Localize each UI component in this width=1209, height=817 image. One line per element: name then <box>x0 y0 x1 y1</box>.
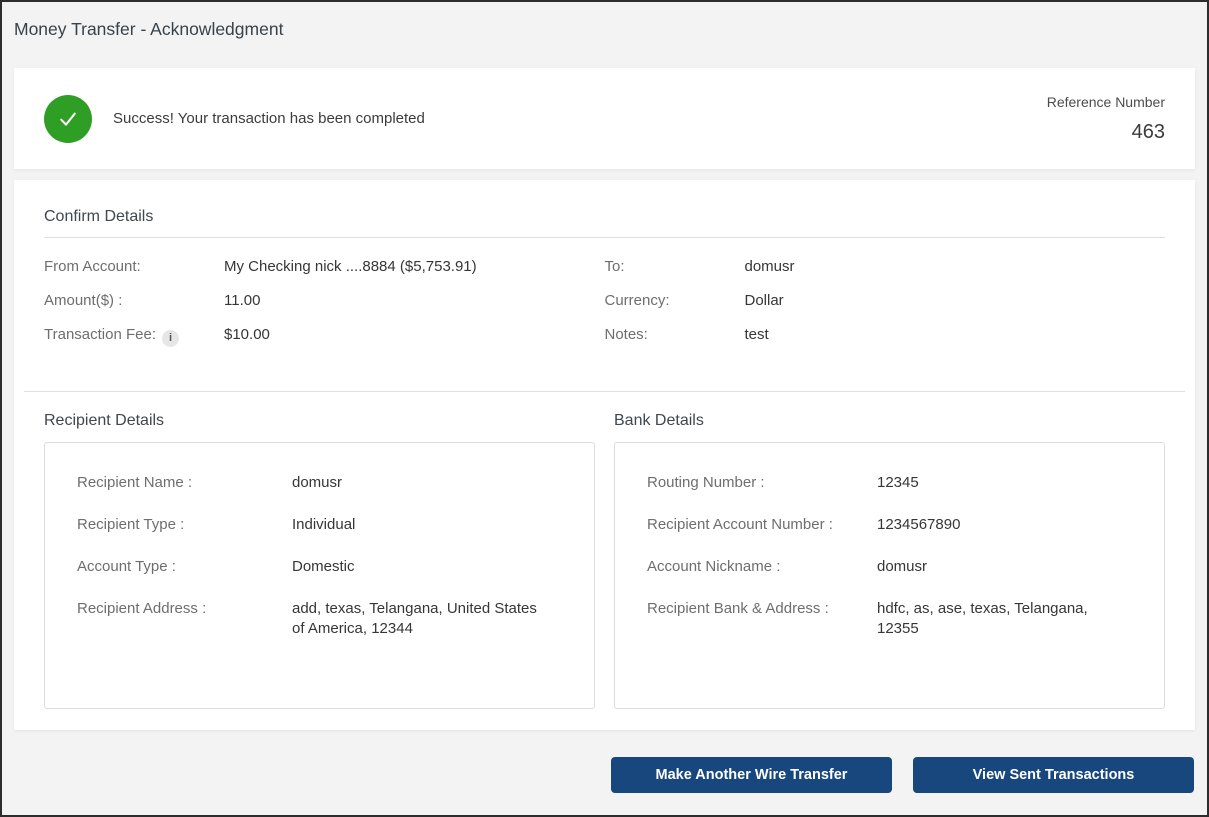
page-title: Money Transfer - Acknowledgment <box>14 19 284 39</box>
account-type-value: Domestic <box>292 558 355 575</box>
detail-boxes: Recipient Details Recipient Name : domus… <box>44 412 1165 709</box>
success-message: Success! Your transaction has been compl… <box>113 110 425 127</box>
recipient-type-row: Recipient Type : Individual <box>77 515 562 535</box>
action-buttons: Make Another Wire Transfer View Sent Tra… <box>14 757 1194 793</box>
recipient-address-label: Recipient Address : <box>77 600 207 617</box>
recipient-type-label: Recipient Type : <box>77 516 185 533</box>
view-sent-transactions-button[interactable]: View Sent Transactions <box>913 757 1194 793</box>
account-nickname-row: Account Nickname : domusr <box>647 557 1132 577</box>
confirm-right-column: To: domusr Currency: Dollar Notes: test <box>605 257 1166 362</box>
routing-number-row: Routing Number : 12345 <box>647 473 1132 493</box>
recipient-details-section: Recipient Details Recipient Name : domus… <box>44 412 595 709</box>
to-row: To: domusr <box>605 257 1166 276</box>
recipient-address-row: Recipient Address : add, texas, Telangan… <box>77 599 562 639</box>
amount-label: Amount($) : <box>44 292 123 309</box>
reference-block: Reference Number 463 <box>1047 94 1165 144</box>
account-type-label: Account Type : <box>77 558 176 575</box>
routing-number-label: Routing Number : <box>647 474 765 491</box>
reference-number-value: 463 <box>1131 120 1165 143</box>
recipient-name-label: Recipient Name : <box>77 474 193 491</box>
success-banner: Success! Your transaction has been compl… <box>14 68 1195 169</box>
recipient-name-value: domusr <box>292 474 343 491</box>
from-account-row: From Account: My Checking nick ....8884 … <box>44 257 605 276</box>
reference-number-label: Reference Number <box>1046 93 1165 110</box>
notes-row: Notes: test <box>605 325 1166 344</box>
recipient-bank-address-value: hdfc, as, ase, texas, Telangana, 12355 <box>877 600 1088 637</box>
confirm-details-divider <box>44 237 1165 238</box>
transaction-fee-value: $10.00 <box>224 326 270 343</box>
amount-value: 11.00 <box>224 292 261 309</box>
recipient-type-value: Individual <box>292 516 356 533</box>
bank-details-heading: Bank Details <box>614 412 704 429</box>
recipient-account-number-row: Recipient Account Number : 1234567890 <box>647 515 1132 535</box>
recipient-details-heading: Recipient Details <box>44 412 165 429</box>
confirm-details-grid: From Account: My Checking nick ....8884 … <box>44 257 1165 362</box>
recipient-account-number-label: Recipient Account Number : <box>647 516 833 533</box>
transaction-fee-row: Transaction Fee: i $10.00 <box>44 325 605 347</box>
info-icon[interactable]: i <box>162 330 179 347</box>
transaction-fee-label: Transaction Fee: i <box>44 325 224 347</box>
recipient-account-number-value: 1234567890 <box>877 516 961 533</box>
to-value: domusr <box>744 258 795 275</box>
bank-details-box: Routing Number : 12345 Recipient Account… <box>614 442 1165 709</box>
make-another-wire-transfer-button[interactable]: Make Another Wire Transfer <box>611 757 892 793</box>
section-divider <box>24 391 1185 392</box>
account-nickname-label: Account Nickname : <box>647 558 781 575</box>
recipient-address-value: add, texas, Telangana, United States of … <box>292 600 537 637</box>
currency-row: Currency: Dollar <box>605 291 1166 310</box>
recipient-bank-address-label: Recipient Bank & Address : <box>647 600 829 617</box>
recipient-details-box: Recipient Name : domusr Recipient Type :… <box>44 442 595 709</box>
confirm-left-column: From Account: My Checking nick ....8884 … <box>44 257 605 362</box>
from-account-value: My Checking nick ....8884 ($5,753.91) <box>224 258 477 275</box>
notes-label: Notes: <box>604 326 648 343</box>
bank-details-section: Bank Details Routing Number : 12345 Reci… <box>614 412 1165 709</box>
account-type-row: Account Type : Domestic <box>77 557 562 577</box>
from-account-label: From Account: <box>44 258 141 275</box>
confirm-details-heading: Confirm Details <box>44 208 154 225</box>
success-check-icon <box>44 94 92 143</box>
account-nickname-value: domusr <box>877 558 928 575</box>
transaction-fee-label-text: Transaction Fee: <box>44 326 156 343</box>
notes-value: test <box>744 326 769 343</box>
currency-value: Dollar <box>744 292 784 309</box>
to-label: To: <box>604 258 625 275</box>
amount-row: Amount($) : 11.00 <box>44 291 605 310</box>
currency-label: Currency: <box>604 292 670 309</box>
recipient-bank-address-row: Recipient Bank & Address : hdfc, as, ase… <box>647 599 1132 639</box>
routing-number-value: 12345 <box>877 474 919 491</box>
page-header: Money Transfer - Acknowledgment <box>2 2 1207 68</box>
details-card: Confirm Details From Account: My Checkin… <box>14 180 1195 730</box>
recipient-name-row: Recipient Name : domusr <box>77 473 562 493</box>
